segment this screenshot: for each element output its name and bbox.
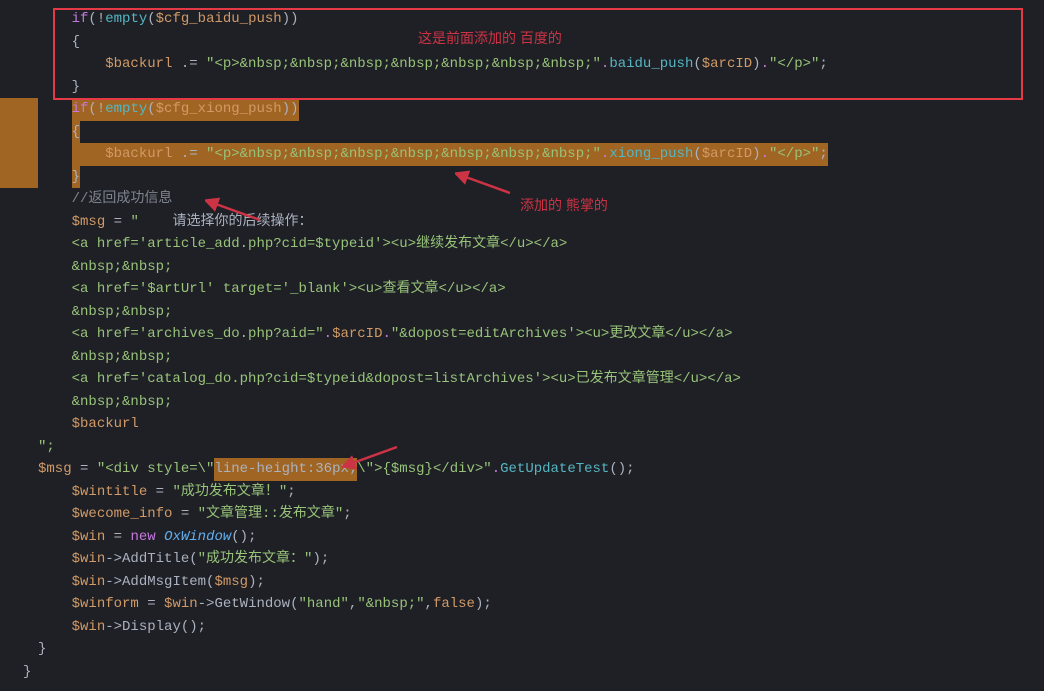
code-line: $backurl (8, 413, 1044, 436)
code-line: $msg = "<div style=\"line-height:36px;\"… (8, 458, 1044, 481)
code-line: { (8, 121, 1044, 144)
annotation-box-baidu (53, 8, 1023, 100)
arrow-icon (455, 168, 515, 198)
code-line: <a href='article_add.php?cid=$typeid'><u… (8, 233, 1044, 256)
code-line: $win->AddTitle("成功发布文章："); (8, 548, 1044, 571)
code-line: } (8, 166, 1044, 189)
arrow-icon (342, 442, 402, 472)
arrow-icon (205, 195, 265, 225)
code-line: &nbsp;&nbsp; (8, 391, 1044, 414)
code-line: $wintitle = "成功发布文章！"; (8, 481, 1044, 504)
code-line: $win->Display(); (8, 616, 1044, 639)
code-line: "; (8, 436, 1044, 459)
code-line: $wecome_info = "文章管理::发布文章"; (8, 503, 1044, 526)
code-line: <a href='$artUrl' target='_blank'><u>查看文… (8, 278, 1044, 301)
code-line: if(!empty($cfg_xiong_push)) (8, 98, 1044, 121)
code-editor[interactable]: if(!empty($cfg_baidu_push)) { $backurl .… (0, 0, 1044, 691)
code-line: } (8, 638, 1044, 661)
annotation-text-xiong: 添加的 熊掌的 (520, 195, 608, 215)
code-line: $winform = $win->GetWindow("hand","&nbsp… (8, 593, 1044, 616)
code-line: $backurl .= "<p>&nbsp;&nbsp;&nbsp;&nbsp;… (8, 143, 1044, 166)
code-line: &nbsp;&nbsp; (8, 256, 1044, 279)
code-line: <a href='archives_do.php?aid=".$arcID."&… (8, 323, 1044, 346)
code-line: $win = new OxWindow(); (8, 526, 1044, 549)
code-line: } (8, 661, 1044, 684)
annotation-text-baidu: 这是前面添加的 百度的 (418, 28, 562, 48)
code-line: &nbsp;&nbsp; (8, 301, 1044, 324)
code-line: <a href='catalog_do.php?cid=$typeid&dopo… (8, 368, 1044, 391)
code-line: $win->AddMsgItem($msg); (8, 571, 1044, 594)
code-line: &nbsp;&nbsp; (8, 346, 1044, 369)
